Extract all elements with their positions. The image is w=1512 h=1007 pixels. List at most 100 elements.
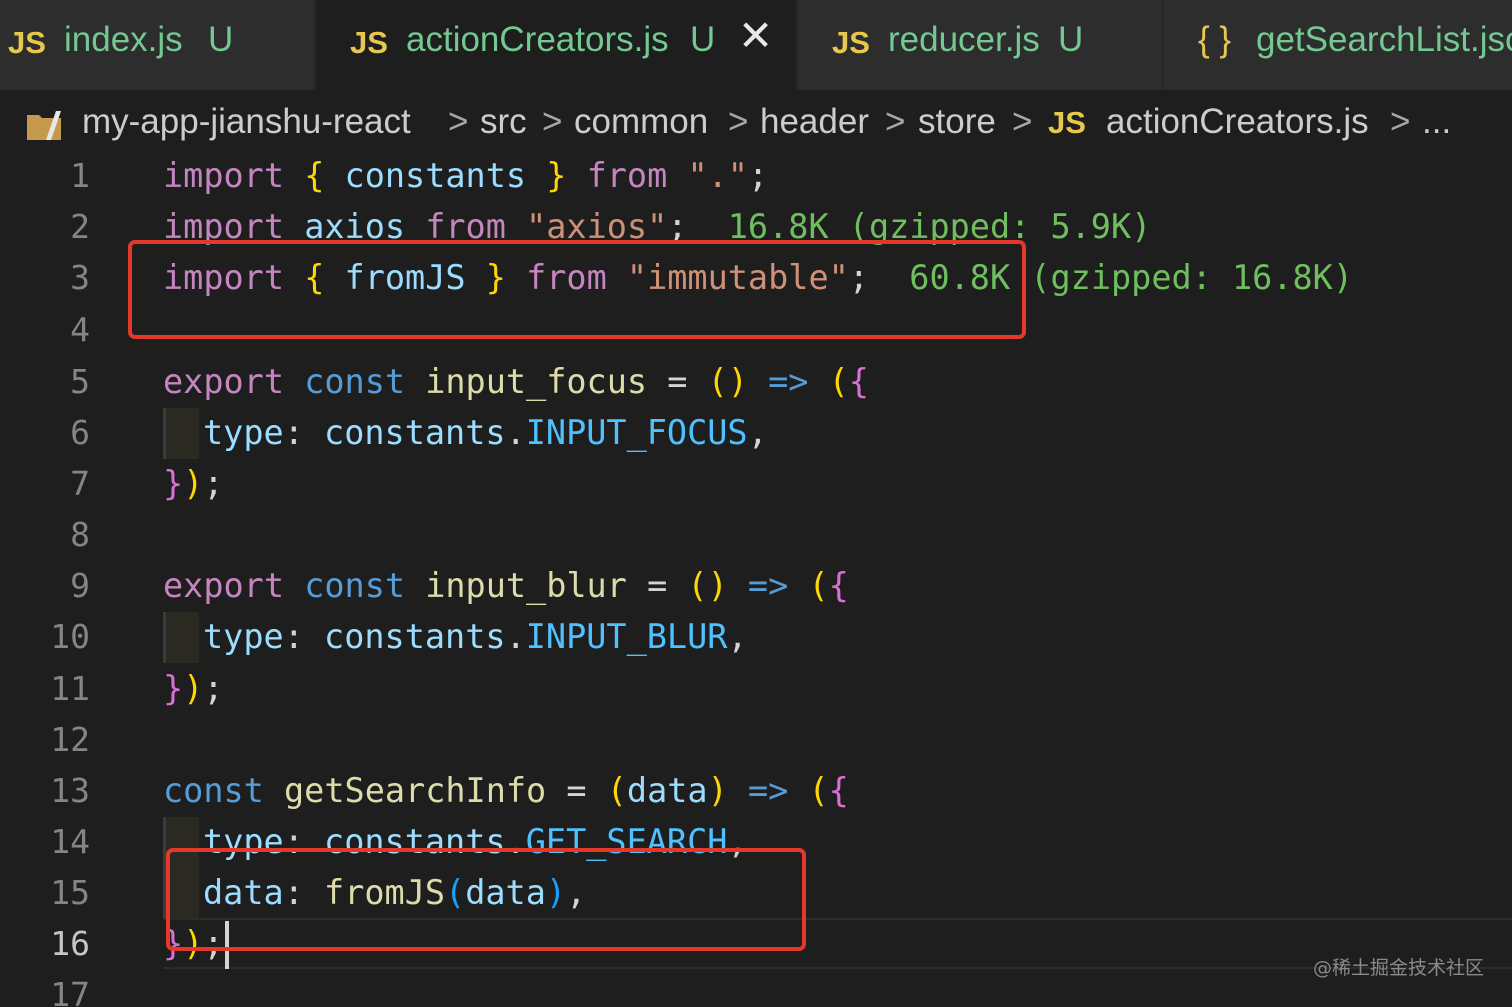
token-parameter: data	[626, 771, 708, 810]
code-line-5[interactable]: export const input_focus = () => ({	[163, 356, 869, 407]
breadcrumb-item-store[interactable]: store	[918, 101, 996, 143]
code-line-6[interactable]: type: constants.INPUT_FOCUS,	[203, 407, 768, 458]
js-file-icon: JS	[1048, 105, 1086, 140]
token-identifier: constants	[344, 156, 527, 195]
token-keyword: from	[586, 156, 668, 195]
line-number: 3	[70, 258, 90, 297]
line-number: 1	[70, 156, 90, 195]
chevron-right-icon: >	[542, 102, 563, 141]
chevron-right-icon: >	[728, 102, 749, 141]
breadcrumb-item-header[interactable]: header	[760, 101, 869, 143]
token-brace: }	[163, 464, 184, 503]
tab-actioncreators-js[interactable]: JS actionCreators.js U ✕	[316, 0, 796, 90]
tab-label: reducer.js	[888, 20, 1040, 59]
breadcrumb-item-common[interactable]: common	[574, 101, 708, 143]
token-operator: =	[647, 566, 668, 605]
tab-label: index.js	[64, 20, 183, 59]
token-keyword: const	[304, 362, 406, 401]
token-paren: (	[808, 566, 829, 605]
line-number: 2	[70, 207, 90, 246]
token-function-name: getSearchInfo	[284, 771, 547, 810]
json-file-icon: { }	[1198, 20, 1232, 59]
tab-status-untracked: U	[690, 20, 716, 59]
token-operator: =	[566, 771, 587, 810]
breadcrumb-item-project[interactable]: my-app-jianshu-react	[82, 101, 411, 143]
token-punct: ,	[747, 413, 768, 452]
code-line-9[interactable]: export const input_blur = () => ({	[163, 560, 849, 611]
token-operator: =	[667, 362, 688, 401]
token-paren: )	[183, 464, 204, 503]
line-number: 4	[70, 310, 90, 349]
token-arrow: =>	[747, 566, 789, 605]
token-punct: ;	[203, 464, 224, 503]
code-line-11[interactable]: });	[163, 663, 224, 714]
token-keyword: const	[163, 771, 264, 810]
token-paren: (	[808, 771, 829, 810]
token-identifier: constants	[324, 617, 506, 656]
annotation-box-fromjs-call	[166, 848, 806, 951]
line-number: 17	[50, 975, 90, 1007]
line-number: 5	[70, 362, 90, 401]
tab-reducer-js[interactable]: JS reducer.js U	[798, 0, 1162, 90]
line-number: 6	[70, 413, 90, 452]
token-keyword: export	[163, 566, 285, 605]
chevron-right-icon: >	[885, 102, 906, 141]
tab-getsearchlist-json[interactable]: { } getSearchList.json	[1164, 0, 1512, 90]
tab-label: actionCreators.js	[406, 20, 669, 59]
code-line-13[interactable]: const getSearchInfo = (data) => ({	[163, 765, 849, 816]
token-punct: :	[283, 617, 304, 656]
line-number: 8	[70, 515, 90, 554]
token-property: type	[203, 413, 284, 452]
js-file-icon: JS	[832, 25, 870, 60]
token-paren: )	[707, 771, 728, 810]
line-number: 11	[50, 669, 90, 708]
token-punct: :	[283, 413, 304, 452]
close-icon[interactable]: ✕	[738, 15, 773, 57]
token-arrow: =>	[768, 362, 809, 401]
token-punct: ,	[727, 617, 748, 656]
breadcrumb-more[interactable]: ...	[1422, 101, 1451, 143]
folder-icon	[27, 111, 61, 140]
line-number: 12	[50, 720, 90, 759]
token-property: type	[203, 617, 284, 656]
token-paren: ()	[687, 566, 728, 605]
line-number: 13	[50, 771, 90, 810]
line-number: 14	[50, 822, 90, 861]
token-brace: }	[163, 669, 184, 708]
token-paren: (	[606, 771, 627, 810]
token-keyword: import	[163, 156, 285, 195]
token-keyword: const	[304, 566, 406, 605]
indent-guide	[163, 612, 199, 663]
token-identifier: constants	[324, 413, 506, 452]
code-line-10[interactable]: type: constants.INPUT_BLUR,	[203, 611, 748, 662]
line-number-current: 16	[50, 924, 90, 963]
token-function-name: input_blur	[425, 566, 627, 605]
token-arrow: =>	[747, 771, 789, 810]
js-file-icon: JS	[350, 25, 388, 60]
indent-guide	[163, 408, 199, 459]
token-paren: ()	[707, 362, 748, 401]
tab-index-js[interactable]: JS index.js U	[0, 0, 314, 90]
chevron-right-icon: >	[448, 102, 469, 141]
token-keyword: export	[163, 362, 285, 401]
token-paren: )	[183, 669, 204, 708]
code-line-1[interactable]: import { constants } from ".";	[163, 150, 768, 201]
line-number: 10	[50, 617, 90, 656]
line-number: 9	[70, 566, 90, 605]
tab-status-untracked: U	[208, 20, 234, 59]
editor-tab-bar: JS index.js U JS actionCreators.js U ✕ J…	[0, 0, 1512, 90]
token-punct: ;	[203, 669, 224, 708]
breadcrumb-item-file[interactable]: actionCreators.js	[1106, 101, 1369, 143]
token-brace: {	[828, 566, 849, 605]
code-line-7[interactable]: });	[163, 458, 224, 509]
token-constant: INPUT_BLUR	[525, 617, 728, 656]
token-punct: .	[505, 617, 526, 656]
annotation-box-immutable-import	[128, 240, 1026, 339]
tab-label: getSearchList.json	[1256, 20, 1512, 59]
breadcrumb-item-src[interactable]: src	[480, 101, 527, 143]
js-file-icon: JS	[8, 25, 46, 60]
token-brace: {	[848, 362, 869, 401]
token-punct: ;	[747, 156, 769, 195]
token-paren: (	[828, 362, 849, 401]
token-string: "."	[687, 156, 748, 195]
